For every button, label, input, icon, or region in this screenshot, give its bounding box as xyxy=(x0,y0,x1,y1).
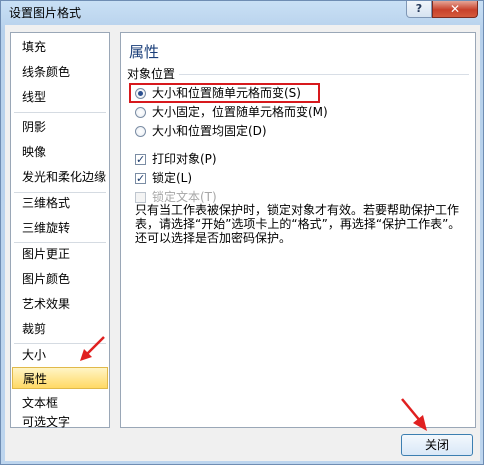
radio-button[interactable] xyxy=(135,107,146,118)
help-icon: ? xyxy=(415,2,423,15)
close-icon: ✕ xyxy=(449,2,461,16)
nav-item-picture-corrections[interactable]: 图片更正 xyxy=(12,243,108,265)
help-button[interactable]: ? xyxy=(406,1,432,18)
category-list: 填充 线条颜色 线型 阴影 映像 发光和柔化边缘 三维格式 三维旋转 图片更正 … xyxy=(10,32,110,429)
section-title: 属性 xyxy=(129,43,160,61)
checkbox-label: 锁定文本(T) xyxy=(152,190,217,204)
annotation-arrow-icon xyxy=(401,398,427,431)
checkbox-print-object[interactable]: 打印对象(P) xyxy=(135,150,217,169)
radio-label: 大小和位置随单元格而变(S) xyxy=(152,86,301,100)
checkbox[interactable] xyxy=(135,151,146,169)
window-close-button[interactable]: ✕ xyxy=(432,1,478,18)
radio-button[interactable] xyxy=(135,88,146,99)
format-picture-dialog: 设置图片格式 ? ✕ 填充 线条颜色 线型 阴影 映像 发光和柔化边缘 三维格式… xyxy=(0,0,484,465)
radio-dont-move-or-size[interactable]: 大小和位置均固定(D) xyxy=(135,122,267,140)
radio-button[interactable] xyxy=(135,126,146,137)
nav-item-fill[interactable]: 填充 xyxy=(12,36,108,58)
nav-item-3d-rotation[interactable]: 三维旋转 xyxy=(12,217,108,239)
properties-panel: 属性 对象位置 大小和位置随单元格而变(S) 大小固定，位置随单元格而变(M) … xyxy=(120,32,476,428)
close-button[interactable]: 关闭 xyxy=(401,434,473,456)
radio-move-dont-size[interactable]: 大小固定，位置随单元格而变(M) xyxy=(135,103,328,121)
radio-label: 大小固定，位置随单元格而变(M) xyxy=(152,105,328,119)
nav-item-shadow[interactable]: 阴影 xyxy=(12,116,108,138)
nav-item-reflection[interactable]: 映像 xyxy=(12,141,108,163)
checkbox-label: 打印对象(P) xyxy=(152,152,217,166)
nav-item-properties[interactable]: 属性 xyxy=(12,367,108,389)
nav-item-picture-color[interactable]: 图片颜色 xyxy=(12,268,108,290)
nav-item-artistic-effects[interactable]: 艺术效果 xyxy=(12,293,108,315)
checkbox xyxy=(135,192,146,203)
group-divider xyxy=(179,74,469,75)
nav-item-glow-soft-edges[interactable]: 发光和柔化边缘 xyxy=(12,166,108,188)
annotation-arrow-icon xyxy=(80,336,105,361)
object-positioning-label: 对象位置 xyxy=(127,67,176,81)
help-text: 只有当工作表被保护时，锁定对象才有效。若要帮助保护工作表，请选择“开始”选项卡上… xyxy=(135,203,461,245)
checkbox[interactable] xyxy=(135,170,146,188)
radio-move-and-size[interactable]: 大小和位置随单元格而变(S) xyxy=(135,84,301,102)
checkbox-label: 锁定(L) xyxy=(152,171,193,185)
nav-item-text-box[interactable]: 文本框 xyxy=(12,392,108,414)
nav-item-line-style[interactable]: 线型 xyxy=(12,86,108,108)
nav-item-alt-text[interactable]: 可选文字 xyxy=(12,415,108,429)
radio-label: 大小和位置均固定(D) xyxy=(152,124,267,138)
dialog-title: 设置图片格式 xyxy=(9,6,82,20)
checkbox-locked[interactable]: 锁定(L) xyxy=(135,169,193,188)
nav-item-line-color[interactable]: 线条颜色 xyxy=(12,61,108,83)
dialog-body: 填充 线条颜色 线型 阴影 映像 发光和柔化边缘 三维格式 三维旋转 图片更正 … xyxy=(5,25,480,461)
nav-item-3d-format[interactable]: 三维格式 xyxy=(12,192,108,214)
title-bar[interactable]: 设置图片格式 ? ✕ xyxy=(1,1,483,23)
nav-separator xyxy=(14,112,106,113)
